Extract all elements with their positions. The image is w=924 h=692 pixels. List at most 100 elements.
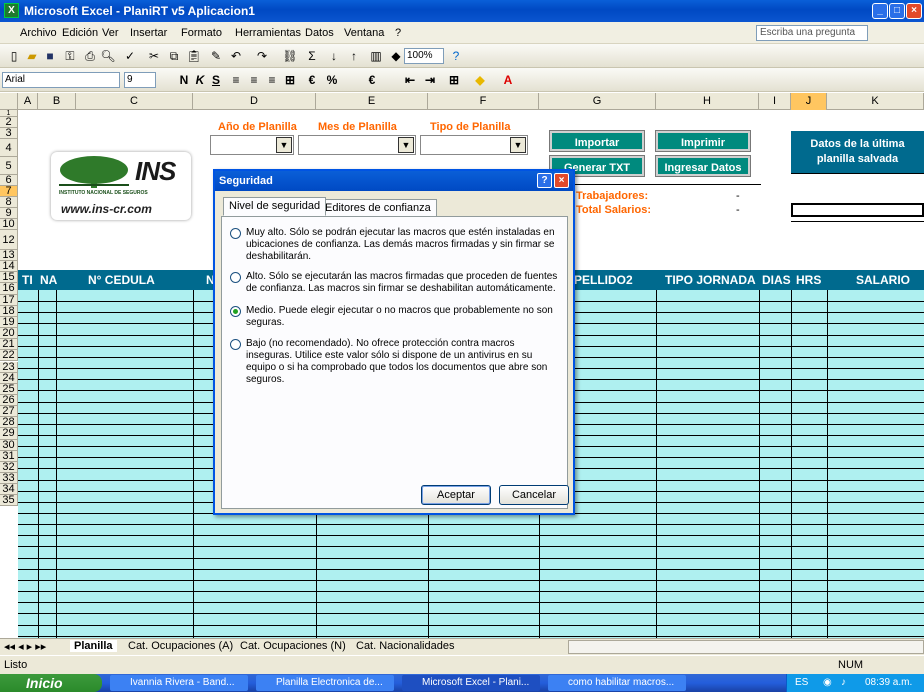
type-select[interactable]: ▼ (420, 135, 528, 155)
enter-data-button[interactable]: Ingresar Datos (655, 155, 751, 177)
menu-ver[interactable]: Ver (102, 27, 119, 39)
horizontal-scrollbar[interactable] (568, 640, 924, 654)
task-messenger[interactable]: Ivannia Rivera - Band... (110, 675, 248, 691)
task-excel[interactable]: Microsoft Excel - Plani... (402, 675, 540, 691)
underline-icon[interactable]: S (208, 72, 224, 88)
font-size-select[interactable]: 9 (124, 72, 156, 88)
row-header[interactable]: 12 (0, 230, 18, 250)
col-header[interactable]: G (539, 93, 656, 110)
tab-security-level[interactable]: Nivel de seguridad (223, 197, 327, 216)
euro-icon[interactable]: € (364, 72, 380, 88)
hyperlink-icon[interactable]: ⛓ (282, 48, 298, 64)
close-button[interactable]: × (906, 3, 922, 19)
minimize-button[interactable]: _ (872, 3, 888, 19)
help-icon[interactable]: ? (448, 48, 464, 64)
sheet-tab-nacionalidades[interactable]: Cat. Nacionalidades (356, 640, 454, 652)
network-icon[interactable]: ◉ (823, 674, 832, 692)
active-cell[interactable] (791, 203, 924, 217)
align-right-icon[interactable]: ≡ (264, 72, 280, 88)
tab-scroll-first-icon[interactable]: ◂◂ ◂ ▸ ▸▸ (4, 640, 46, 653)
menu-formato[interactable]: Formato (181, 27, 222, 39)
permission-icon[interactable]: ⚿ (62, 48, 78, 64)
sheet-tab-ocupaciones-a[interactable]: Cat. Ocupaciones (A) (128, 640, 233, 652)
start-button[interactable]: Inicio (0, 674, 102, 692)
option-low[interactable]: Bajo (no recomendado). No ofrece protecc… (230, 338, 560, 386)
sheet-tab-ocupaciones-n[interactable]: Cat. Ocupaciones (N) (240, 640, 346, 652)
chevron-down-icon[interactable]: ▼ (510, 137, 526, 153)
cut-icon[interactable]: ✂ (146, 48, 162, 64)
row-header[interactable]: 22 (0, 350, 18, 362)
row-header[interactable]: 16 (0, 283, 18, 295)
radio-low[interactable] (230, 339, 241, 350)
radio-medium[interactable] (230, 306, 241, 317)
paste-icon[interactable]: 📋︎ (186, 48, 202, 64)
italic-icon[interactable]: K (192, 72, 208, 88)
chevron-down-icon[interactable]: ▼ (276, 137, 292, 153)
new-icon[interactable]: ▯ (6, 48, 22, 64)
col-header-selected[interactable]: J (791, 93, 827, 110)
col-header[interactable]: H (656, 93, 759, 110)
borders-icon[interactable]: ⊞ (446, 72, 462, 88)
chevron-down-icon[interactable]: ▼ (398, 137, 414, 153)
language-indicator[interactable]: ES (795, 674, 808, 692)
menu-edicion[interactable]: Edición (62, 27, 98, 39)
radio-high[interactable] (230, 272, 241, 283)
maximize-button[interactable]: □ (889, 3, 905, 19)
menu-insertar[interactable]: Insertar (130, 27, 167, 39)
radio-very-high[interactable] (230, 228, 241, 239)
percent-icon[interactable]: % (324, 72, 340, 88)
task-folder[interactable]: Planilla Electronica de... (256, 675, 394, 691)
col-header[interactable]: E (316, 93, 428, 110)
menu-datos[interactable]: Datos (305, 27, 334, 39)
help-icon[interactable]: ? (537, 173, 552, 188)
align-left-icon[interactable]: ≡ (228, 72, 244, 88)
col-header[interactable]: I (759, 93, 791, 110)
menu-herramientas[interactable]: Herramientas (235, 27, 301, 39)
month-select[interactable]: ▼ (298, 135, 416, 155)
spelling-icon[interactable]: ✓ (122, 48, 138, 64)
open-icon[interactable]: ▰ (24, 48, 40, 64)
option-very-high[interactable]: Muy alto. Sólo se podrán ejecutar las ma… (230, 227, 560, 263)
col-header[interactable]: B (38, 93, 76, 110)
option-high[interactable]: Alto. Sólo se ejecutarán las macros firm… (230, 271, 560, 295)
save-icon[interactable]: ■ (42, 48, 58, 64)
zoom-select[interactable]: 100% (404, 48, 444, 64)
col-header[interactable]: A (18, 93, 38, 110)
year-select[interactable]: ▼ (210, 135, 294, 155)
close-icon[interactable]: × (554, 173, 569, 188)
menu-help[interactable]: ? (395, 27, 401, 39)
task-browser[interactable]: como habilitar macros... (548, 675, 686, 691)
undo-icon[interactable]: ↶ (228, 48, 244, 64)
cancel-button[interactable]: Cancelar (499, 485, 569, 505)
col-header[interactable]: D (193, 93, 316, 110)
chart-wizard-icon[interactable]: ▥ (368, 48, 384, 64)
format-painter-icon[interactable]: ✎ (208, 48, 224, 64)
row-header[interactable]: 10 (0, 219, 18, 230)
row-header[interactable]: 3 (0, 128, 18, 139)
align-center-icon[interactable]: ≡ (246, 72, 262, 88)
redo-icon[interactable]: ↷ (254, 48, 270, 64)
merge-center-icon[interactable]: ⊞ (282, 72, 298, 88)
row-header[interactable]: 35 (0, 495, 18, 507)
accept-button[interactable]: Aceptar (421, 485, 491, 505)
sheet-tab-planilla[interactable]: Planilla (70, 640, 117, 652)
print-button[interactable]: Imprimir (655, 130, 751, 152)
fill-color-icon[interactable]: ◆ (472, 72, 488, 88)
import-button[interactable]: Importar (549, 130, 645, 152)
sort-asc-icon[interactable]: ↓ (326, 48, 342, 64)
row-header[interactable]: 5 (0, 157, 18, 175)
menu-archivo[interactable]: Archivo (20, 27, 57, 39)
website-link[interactable]: www.ins-cr.com (61, 202, 152, 216)
bold-icon[interactable]: N (176, 72, 192, 88)
decrease-indent-icon[interactable]: ⇤ (402, 72, 418, 88)
col-header[interactable]: K (827, 93, 924, 110)
copy-icon[interactable]: ⧉ (166, 48, 182, 64)
row-header[interactable]: 4 (0, 139, 18, 157)
print-preview-icon[interactable]: 🔍︎ (100, 48, 116, 64)
row-header[interactable]: 29 (0, 428, 18, 440)
font-color-icon[interactable]: A (500, 72, 516, 88)
ask-question-input[interactable]: Escriba una pregunta (756, 25, 868, 41)
font-name-select[interactable]: Arial (2, 72, 120, 88)
volume-icon[interactable]: ♪ (841, 674, 846, 692)
select-all-corner[interactable] (0, 93, 18, 110)
